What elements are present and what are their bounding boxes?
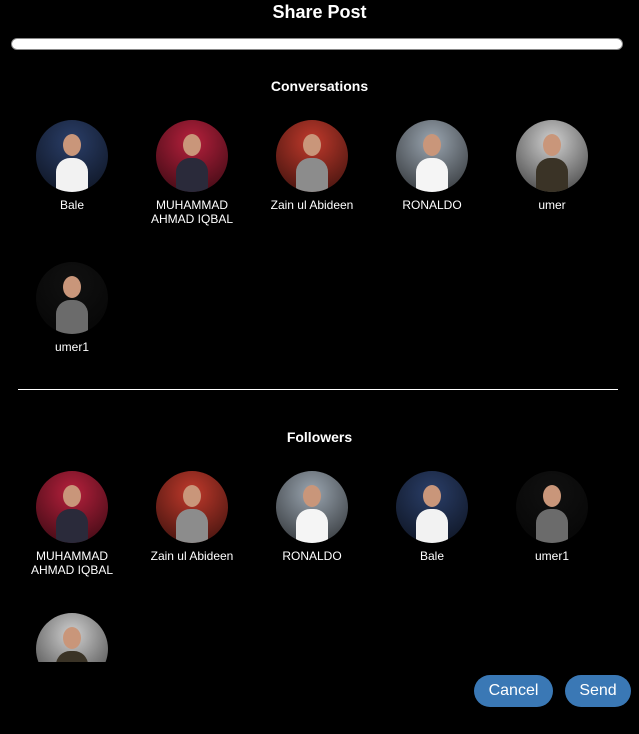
user-name: Bale <box>419 549 445 563</box>
user-item[interactable]: MUHAMMAD AHMAD IQBAL <box>132 120 252 226</box>
user-name: MUHAMMAD AHMAD IQBAL <box>150 198 234 226</box>
avatar <box>276 471 348 543</box>
user-item[interactable]: Bale <box>12 120 132 212</box>
user-name: Bale <box>59 198 85 212</box>
user-item[interactable]: umer1 <box>12 262 132 354</box>
user-item[interactable]: umer1 <box>492 471 612 563</box>
user-item[interactable]: RONALDO <box>252 471 372 563</box>
user-item[interactable]: RONALDO <box>372 120 492 212</box>
cancel-button[interactable]: Cancel <box>474 675 553 707</box>
search-input[interactable] <box>11 38 623 50</box>
avatar <box>36 613 108 662</box>
user-name: umer1 <box>534 549 569 563</box>
dialog-title: Share Post <box>272 2 367 22</box>
user-item[interactable]: Bale <box>372 471 492 563</box>
user-name: Zain ul Abideen <box>270 198 354 212</box>
avatar <box>516 120 588 192</box>
followers-heading: Followers <box>286 429 353 445</box>
avatar <box>156 120 228 192</box>
user-name: umer <box>538 198 566 212</box>
user-item[interactable]: MUHAMMAD AHMAD IQBAL <box>12 471 132 577</box>
avatar <box>276 120 348 192</box>
user-name: MUHAMMAD AHMAD IQBAL <box>30 549 114 577</box>
send-button[interactable]: Send <box>565 675 631 707</box>
user-name: RONALDO <box>402 198 462 212</box>
user-name: RONALDO <box>282 549 342 563</box>
user-name: umer1 <box>54 340 89 354</box>
avatar <box>516 471 588 543</box>
user-item[interactable]: Zain ul Abideen <box>132 471 252 563</box>
avatar <box>396 120 468 192</box>
avatar <box>36 120 108 192</box>
conversations-heading: Conversations <box>270 78 369 94</box>
avatar <box>36 471 108 543</box>
avatar <box>396 471 468 543</box>
section-divider <box>18 389 618 390</box>
user-item[interactable] <box>12 613 132 662</box>
user-item[interactable]: Zain ul Abideen <box>252 120 372 212</box>
user-name: Zain ul Abideen <box>150 549 234 563</box>
avatar <box>36 262 108 334</box>
user-item[interactable]: umer <box>492 120 612 212</box>
share-list[interactable]: Conversations Bale MUHAMMAD AHMAD IQBAL Za… <box>0 60 639 662</box>
avatar <box>156 471 228 543</box>
